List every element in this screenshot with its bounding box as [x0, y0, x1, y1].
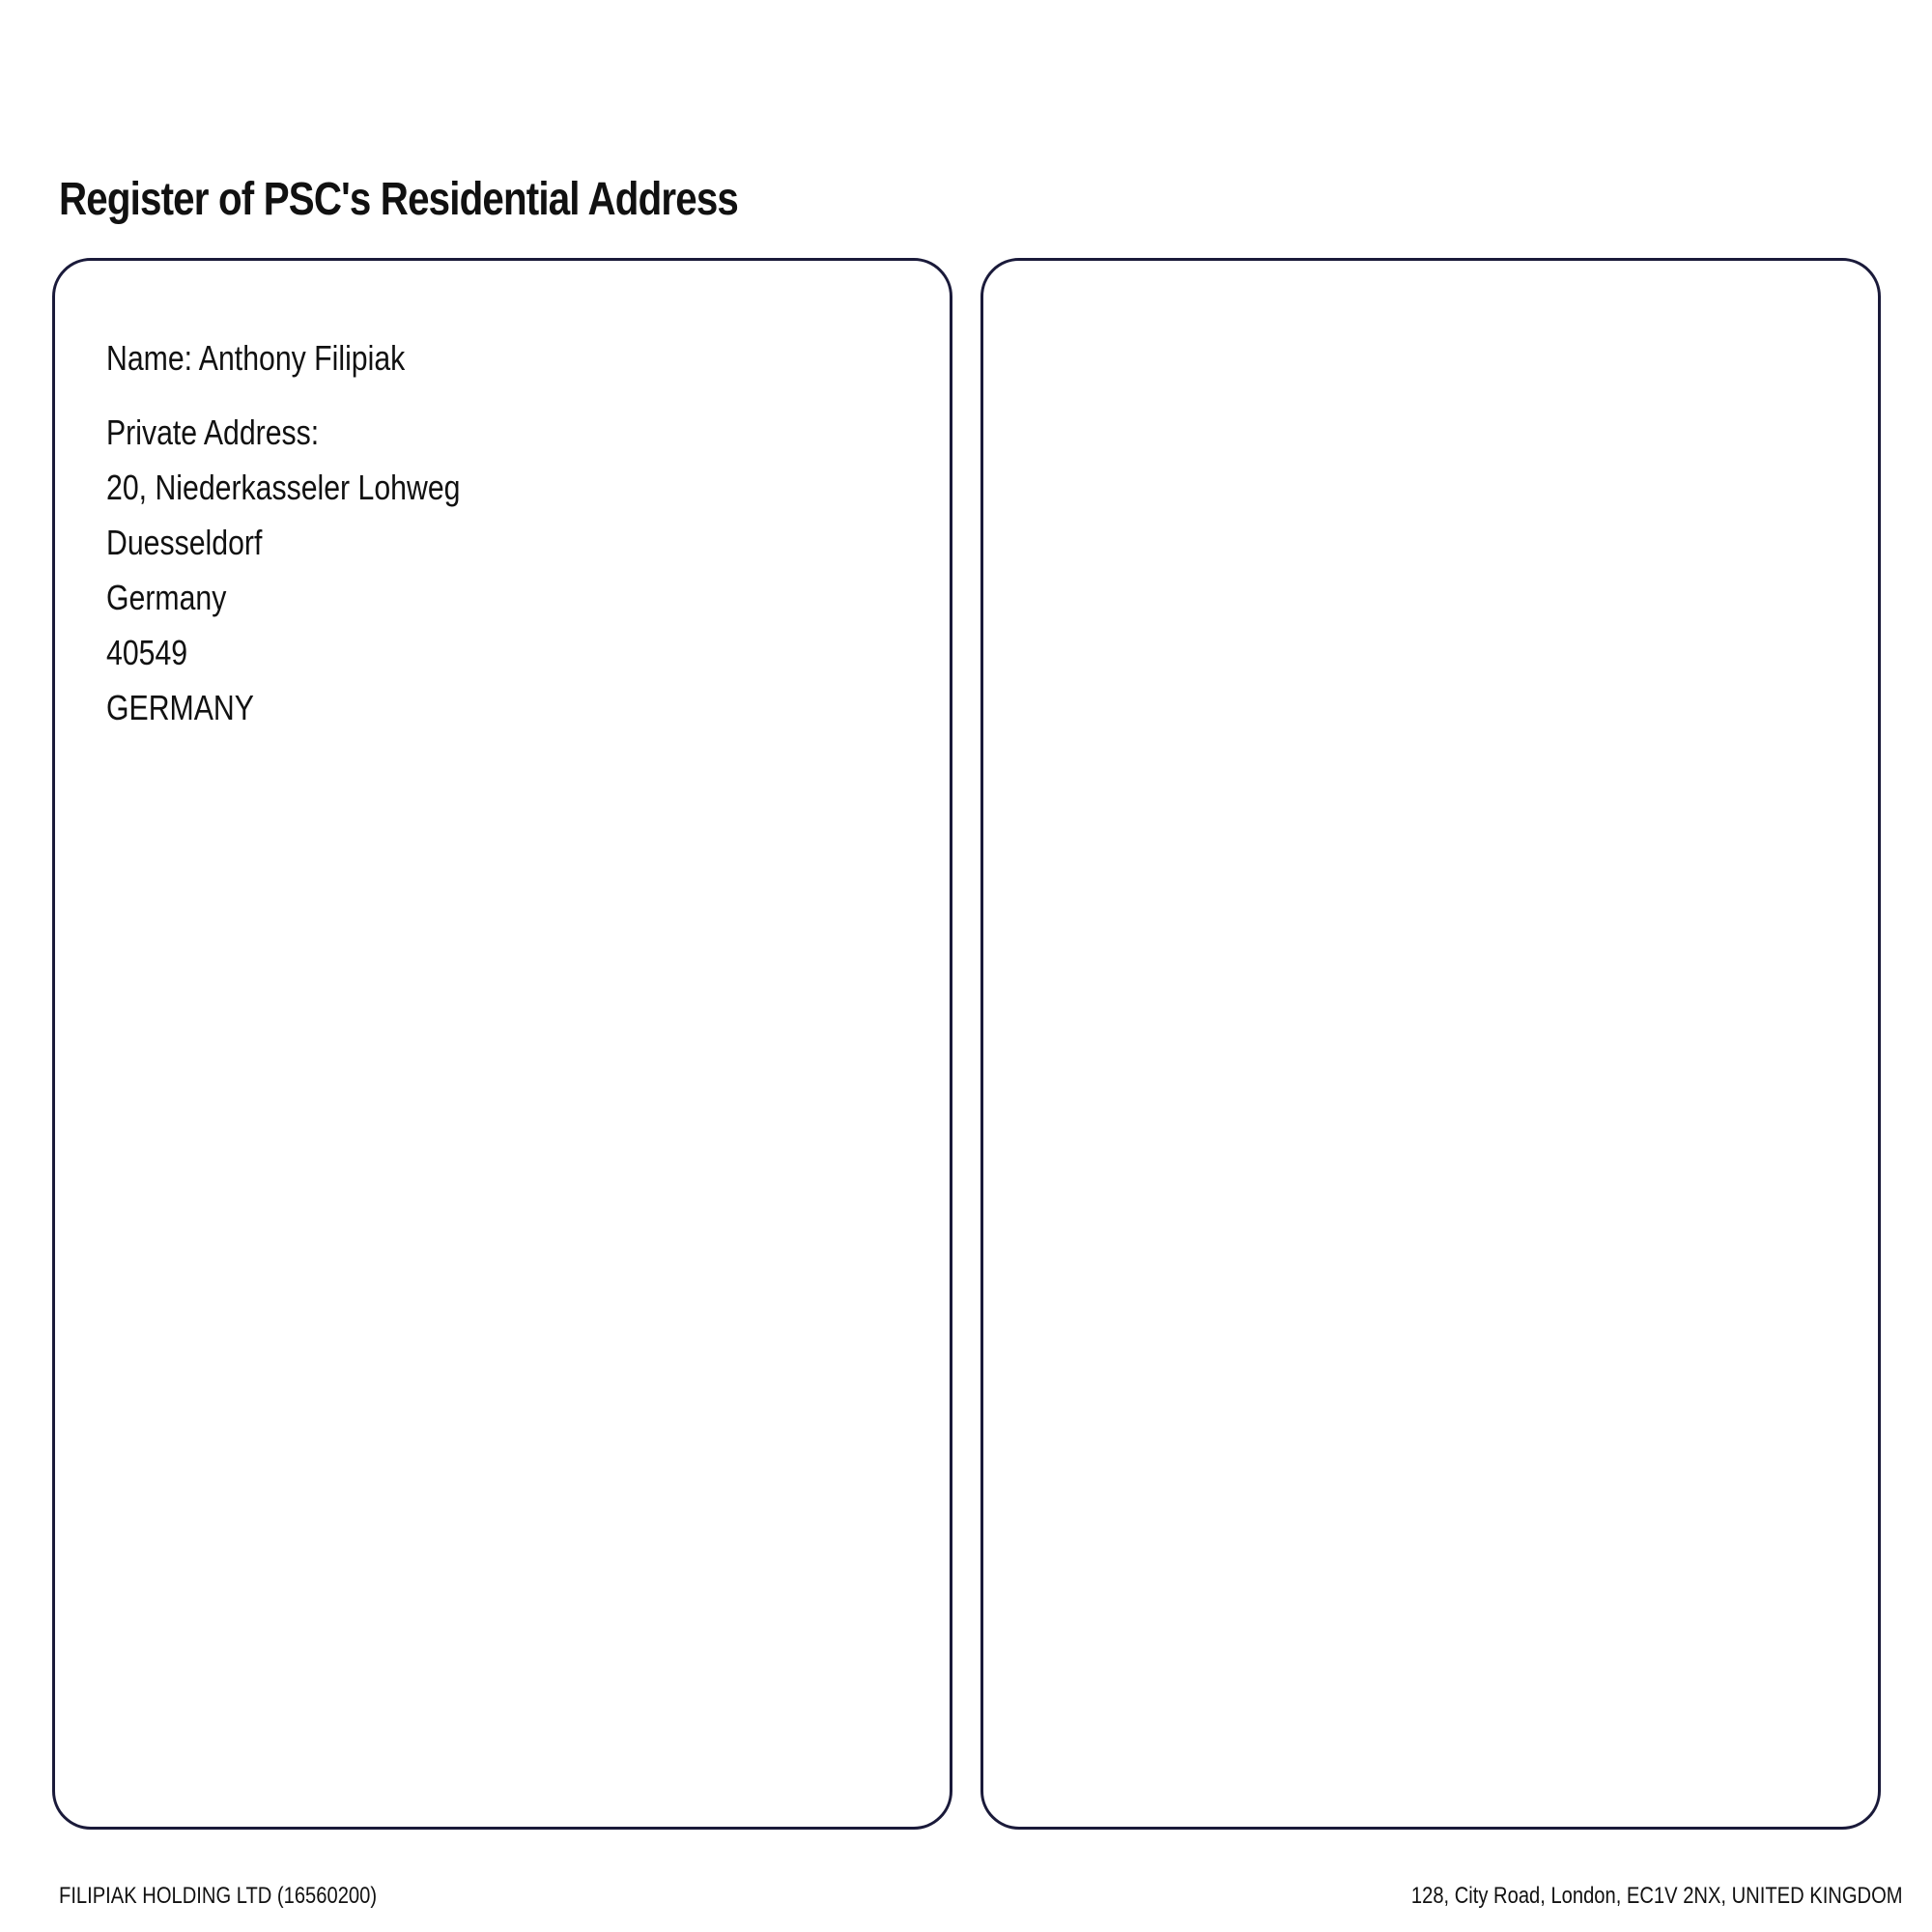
- psc-details-content: Name: Anthony Filipiak Private Address: …: [106, 330, 460, 735]
- address-line-street: 20, Niederkasseler Lohweg: [106, 468, 461, 507]
- psc-name: Name: Anthony Filipiak: [106, 338, 406, 378]
- empty-panel: [980, 258, 1881, 1830]
- address-line-country: GERMANY: [106, 688, 254, 727]
- private-address-label: Private Address:: [106, 412, 320, 452]
- psc-details-panel: Name: Anthony Filipiak Private Address: …: [52, 258, 952, 1830]
- footer-address: 128, City Road, London, EC1V 2NX, UNITED…: [1411, 1883, 1903, 1909]
- page-title: Register of PSC's Residential Address: [59, 174, 739, 225]
- address-line-postcode: 40549: [106, 633, 188, 672]
- footer-company: FILIPIAK HOLDING LTD (16560200): [59, 1883, 378, 1909]
- address-line-city: Duesseldorf: [106, 523, 263, 562]
- address-line-region: Germany: [106, 578, 227, 617]
